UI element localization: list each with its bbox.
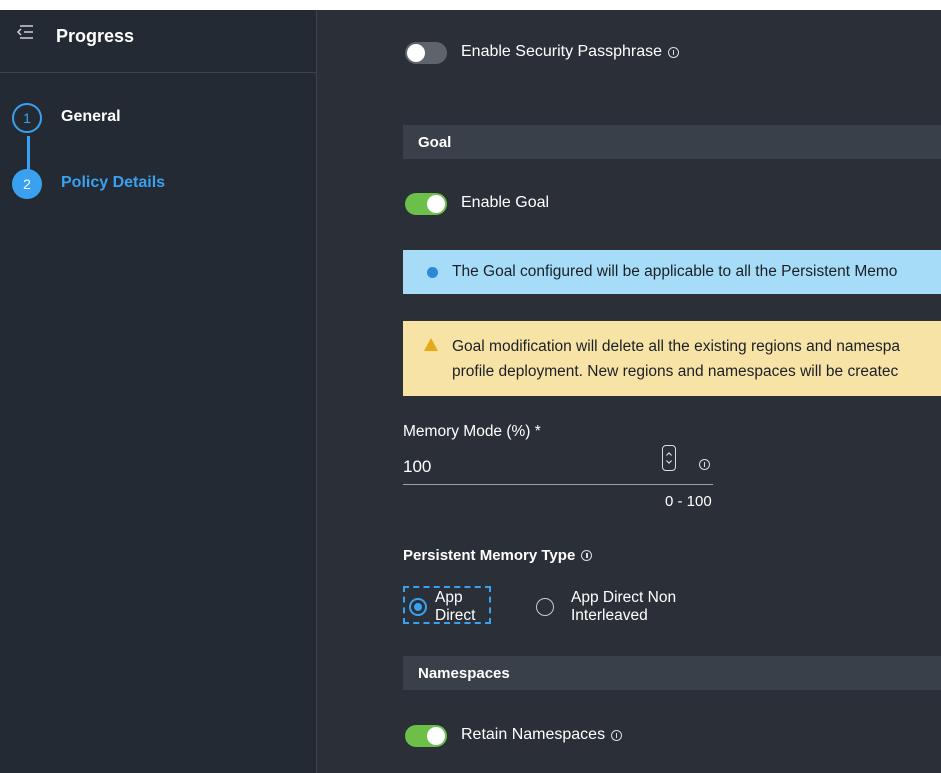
retain-namespaces-toggle[interactable] bbox=[405, 725, 447, 747]
goal-info-text: The Goal configured will be applicable t… bbox=[452, 263, 898, 280]
info-icon[interactable] bbox=[581, 550, 593, 561]
info-icon[interactable] bbox=[611, 729, 623, 741]
toggle-knob bbox=[427, 195, 445, 213]
enable-goal-label: Enable Goal bbox=[461, 194, 550, 211]
memory-mode-range-hint: 0 - 100 bbox=[665, 493, 712, 510]
enable-goal-toggle[interactable] bbox=[405, 193, 447, 215]
app-frame: Progress 1 General 2 Policy Details Enab… bbox=[0, 10, 941, 773]
info-icon[interactable] bbox=[668, 46, 679, 58]
goal-warning-banner: Goal modification will delete all the ex… bbox=[403, 321, 941, 396]
security-passphrase-label-row: Enable Security Passphrase bbox=[461, 43, 679, 61]
collapse-menu-icon[interactable] bbox=[16, 24, 34, 40]
retain-namespaces-label-row: Retain Namespaces bbox=[461, 726, 623, 744]
memory-mode-label: Memory Mode (%) * bbox=[403, 423, 541, 440]
sidebar-header: Progress bbox=[0, 10, 316, 73]
step-2-indicator[interactable]: 2 bbox=[12, 169, 42, 199]
persistent-memory-type-label-row: Persistent Memory Type bbox=[403, 547, 593, 564]
goal-info-banner: The Goal configured will be applicable t… bbox=[403, 250, 941, 294]
app-direct-radio[interactable] bbox=[409, 598, 427, 616]
number-stepper-icon[interactable] bbox=[662, 445, 676, 471]
step-general[interactable]: General bbox=[61, 108, 121, 126]
memory-mode-input[interactable]: 100 bbox=[403, 445, 713, 485]
step-1-indicator[interactable]: 1 bbox=[12, 103, 42, 133]
app-direct-label[interactable]: App Direct bbox=[435, 589, 487, 625]
goal-section-header: Goal bbox=[403, 125, 941, 159]
persistent-memory-type-label: Persistent Memory Type bbox=[403, 547, 576, 564]
app-direct-non-interleaved-radio[interactable] bbox=[536, 598, 554, 616]
goal-warning-line-2: profile deployment. New regions and name… bbox=[452, 363, 899, 380]
security-passphrase-toggle[interactable] bbox=[405, 42, 447, 64]
memory-mode-value[interactable]: 100 bbox=[403, 457, 431, 477]
info-circle-icon bbox=[427, 267, 438, 278]
goal-warning-line-1: Goal modification will delete all the ex… bbox=[452, 338, 901, 355]
progress-sidebar: Progress 1 General 2 Policy Details bbox=[0, 10, 317, 773]
sidebar-title: Progress bbox=[56, 26, 135, 46]
step-policy-details[interactable]: Policy Details bbox=[61, 174, 165, 192]
retain-namespaces-label: Retain Namespaces bbox=[461, 726, 606, 743]
security-passphrase-label: Enable Security Passphrase bbox=[461, 43, 662, 60]
warning-icon bbox=[424, 338, 438, 351]
namespaces-section-header: Namespaces bbox=[403, 656, 941, 690]
toggle-knob bbox=[407, 44, 425, 62]
app-direct-non-interleaved-label[interactable]: App Direct Non Interleaved bbox=[571, 589, 711, 625]
policy-details-form: Enable Security Passphrase Goal Enable G… bbox=[317, 10, 941, 773]
info-icon[interactable] bbox=[699, 459, 710, 470]
toggle-knob bbox=[427, 727, 445, 745]
